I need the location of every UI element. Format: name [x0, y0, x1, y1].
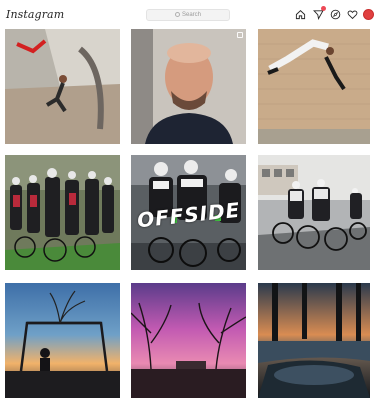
post-tile[interactable]	[5, 155, 120, 270]
post-image	[258, 155, 370, 270]
post-tile[interactable]	[131, 29, 246, 144]
search-placeholder: Search	[181, 12, 201, 18]
search-icon	[174, 12, 180, 17]
explore-icon[interactable]	[329, 8, 341, 20]
post-tile[interactable]	[5, 283, 120, 398]
search-input[interactable]: Search	[146, 9, 230, 21]
post-image	[5, 283, 120, 398]
post-tile[interactable]	[5, 29, 120, 144]
post-tile[interactable]: OFFSIDE	[131, 155, 246, 270]
direct-icon[interactable]	[312, 6, 326, 20]
top-navigation-bar: Instagram Search	[0, 0, 375, 28]
profile-avatar[interactable]	[362, 8, 374, 20]
heart-icon[interactable]	[346, 8, 358, 20]
post-image	[5, 155, 120, 270]
carousel-icon	[237, 32, 243, 38]
post-image	[5, 29, 120, 144]
post-image	[258, 283, 370, 398]
post-tile[interactable]	[258, 155, 370, 270]
post-image	[131, 283, 246, 398]
post-tile[interactable]	[258, 29, 370, 144]
notification-badge	[321, 6, 326, 11]
post-image	[131, 29, 246, 144]
post-tile[interactable]	[258, 283, 370, 398]
instagram-logo[interactable]: Instagram	[6, 8, 64, 21]
post-image	[258, 29, 370, 144]
post-tile[interactable]	[131, 283, 246, 398]
posts-grid: OFFSIDE	[5, 29, 370, 398]
home-icon[interactable]	[294, 8, 306, 20]
